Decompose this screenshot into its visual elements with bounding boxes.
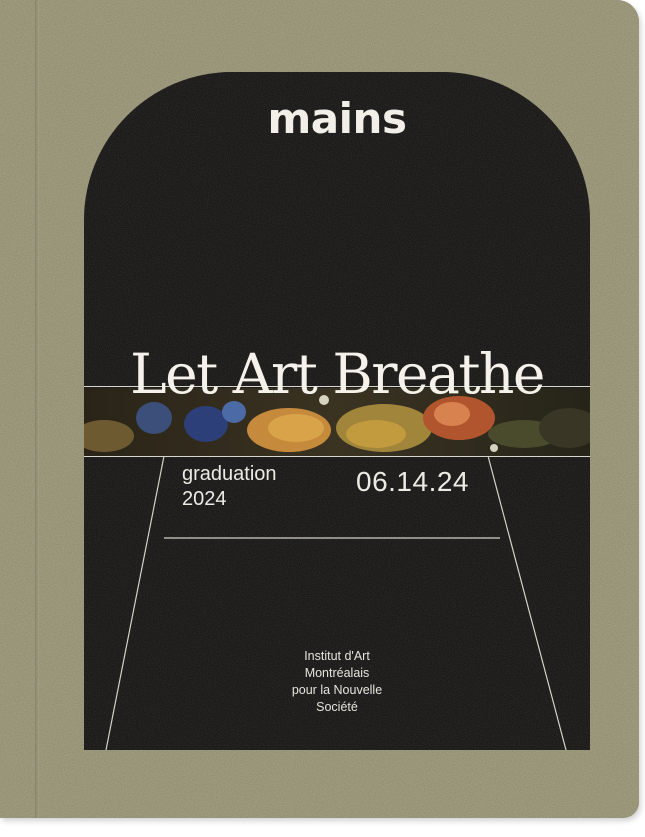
arched-panel: mains Let Art Breathe graduation 2024 06… — [84, 72, 590, 750]
institute-line-2: Montréalais — [304, 666, 370, 680]
spine-groove — [35, 0, 39, 818]
headline: Let Art Breathe — [130, 342, 545, 406]
institute-name: Institut d'Art Montréalais pour la Nouve… — [84, 648, 590, 716]
graduation-label: graduation 2024 — [182, 462, 277, 512]
bottom-rule — [84, 456, 590, 457]
graduation-year: 2024 — [182, 488, 227, 510]
book-cover: mains Let Art Breathe graduation 2024 06… — [0, 0, 639, 818]
event-date: 06.14.24 — [356, 466, 469, 497]
institute-line-4: Société — [316, 700, 358, 714]
brand-logo: mains — [267, 94, 407, 143]
graduation-word: graduation — [182, 463, 277, 485]
institute-line-1: Institut d'Art — [304, 649, 370, 663]
institute-line-3: pour la Nouvelle — [291, 683, 383, 697]
